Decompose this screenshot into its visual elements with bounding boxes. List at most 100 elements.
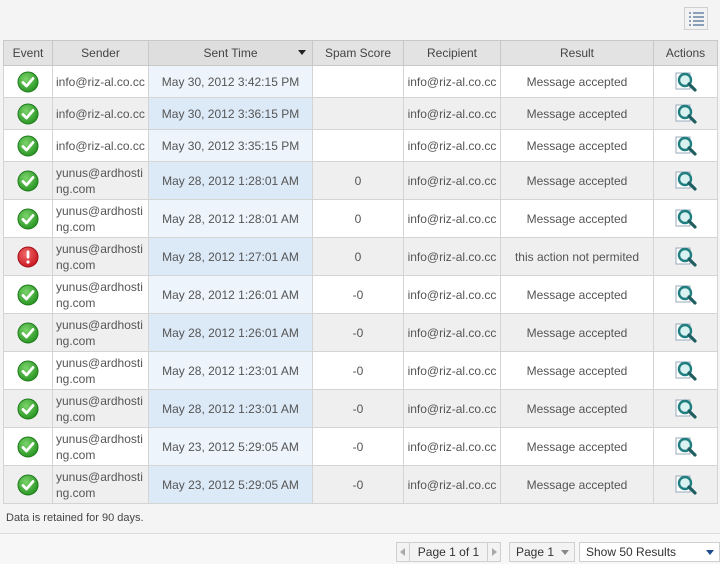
actions-cell: [653, 65, 718, 98]
actions-cell: [653, 313, 718, 352]
event-cell: [3, 427, 53, 466]
sender-cell: info@riz-al.co.cc: [52, 65, 149, 98]
table-row[interactable]: yunus@ardhosting.com May 28, 2012 1:23:01…: [3, 351, 718, 390]
sent-time-cell: May 28, 2012 1:28:01 AM: [148, 161, 313, 200]
sender-cell: yunus@ardhosting.com: [52, 465, 149, 504]
magnifier-icon[interactable]: [674, 71, 698, 93]
result-cell: Message accepted: [500, 161, 654, 200]
magnifier-icon[interactable]: [674, 246, 698, 268]
sender-cell: yunus@ardhosting.com: [52, 351, 149, 390]
sent-time-cell: May 30, 2012 3:36:15 PM: [148, 97, 313, 130]
check-circle-icon: [17, 398, 39, 420]
table-row[interactable]: yunus@ardhosting.com May 28, 2012 1:26:01…: [3, 275, 718, 314]
check-circle-icon: [17, 135, 39, 157]
retention-note: Data is retained for 90 days.: [6, 512, 144, 524]
table-row[interactable]: yunus@ardhosting.com May 23, 2012 5:29:05…: [3, 465, 718, 504]
table-row[interactable]: yunus@ardhosting.com May 23, 2012 5:29:05…: [3, 427, 718, 466]
result-cell: Message accepted: [500, 97, 654, 130]
magnifier-icon[interactable]: [674, 103, 698, 125]
check-circle-icon: [17, 360, 39, 382]
spam-score-cell: -0: [312, 465, 404, 504]
recipient-cell: info@riz-al.co.cc: [403, 389, 501, 428]
actions-cell: [653, 199, 718, 238]
magnifier-icon[interactable]: [674, 474, 698, 496]
event-cell: [3, 313, 53, 352]
event-cell: [3, 65, 53, 98]
recipient-cell: info@riz-al.co.cc: [403, 161, 501, 200]
chevron-right-icon: [492, 548, 497, 556]
sent-time-cell: May 30, 2012 3:35:15 PM: [148, 129, 313, 162]
table-row[interactable]: yunus@ardhosting.com May 28, 2012 1:28:01…: [3, 161, 718, 200]
sent-time-cell: May 28, 2012 1:27:01 AM: [148, 237, 313, 276]
table-row[interactable]: info@riz-al.co.cc May 30, 2012 3:36:15 PM…: [3, 97, 718, 130]
spam-score-cell: [312, 97, 404, 130]
result-cell: Message accepted: [500, 351, 654, 390]
recipient-cell: info@riz-al.co.cc: [403, 97, 501, 130]
magnifier-icon[interactable]: [674, 360, 698, 382]
chevron-down-icon: [561, 550, 569, 555]
sender-cell: yunus@ardhosting.com: [52, 237, 149, 276]
sent-time-cell: May 28, 2012 1:28:01 AM: [148, 199, 313, 238]
column-header-result[interactable]: Result: [500, 40, 654, 66]
column-header-sent-time[interactable]: Sent Time: [148, 40, 313, 66]
table-row[interactable]: info@riz-al.co.cc May 30, 2012 3:42:15 PM…: [3, 65, 718, 98]
spam-score-cell: -0: [312, 351, 404, 390]
table-row[interactable]: yunus@ardhosting.com May 28, 2012 1:28:01…: [3, 199, 718, 238]
check-circle-icon: [17, 103, 39, 125]
spam-score-cell: -0: [312, 275, 404, 314]
check-circle-icon: [17, 436, 39, 458]
magnifier-icon[interactable]: [674, 135, 698, 157]
magnifier-icon[interactable]: [674, 170, 698, 192]
table-row[interactable]: yunus@ardhosting.com May 28, 2012 1:27:01…: [3, 237, 718, 276]
sender-cell: yunus@ardhosting.com: [52, 389, 149, 428]
magnifier-icon[interactable]: [674, 398, 698, 420]
recipient-cell: info@riz-al.co.cc: [403, 313, 501, 352]
column-header-event[interactable]: Event: [3, 40, 53, 66]
magnifier-icon[interactable]: [674, 436, 698, 458]
sort-descending-icon: [298, 50, 306, 55]
magnifier-icon[interactable]: [674, 208, 698, 230]
results-per-page-select[interactable]: Show 50 Results: [579, 542, 720, 562]
actions-cell: [653, 427, 718, 466]
page-select[interactable]: Page 1: [509, 542, 575, 562]
event-cell: [3, 161, 53, 200]
list-view-button[interactable]: [684, 7, 708, 30]
column-header-sender[interactable]: Sender: [52, 40, 149, 66]
table-row[interactable]: yunus@ardhosting.com May 28, 2012 1:23:01…: [3, 389, 718, 428]
chevron-left-icon: [400, 548, 405, 556]
recipient-cell: info@riz-al.co.cc: [403, 237, 501, 276]
spam-score-cell: [312, 129, 404, 162]
sender-cell: yunus@ardhosting.com: [52, 313, 149, 352]
results-per-page-value: Show 50 Results: [586, 545, 677, 559]
previous-page-button[interactable]: [396, 542, 410, 562]
chevron-down-icon: [706, 550, 714, 555]
sent-time-cell: May 30, 2012 3:42:15 PM: [148, 65, 313, 98]
column-header-actions: Actions: [653, 40, 718, 66]
sent-time-cell: May 28, 2012 1:23:01 AM: [148, 389, 313, 428]
magnifier-icon[interactable]: [674, 322, 698, 344]
recipient-cell: info@riz-al.co.cc: [403, 427, 501, 466]
spam-score-cell: 0: [312, 199, 404, 238]
pagination-bar: Page 1 of 1 Page 1 Show 50 Results: [0, 533, 720, 564]
table-row[interactable]: info@riz-al.co.cc May 30, 2012 3:35:15 PM…: [3, 129, 718, 162]
spam-score-cell: 0: [312, 161, 404, 200]
sender-cell: yunus@ardhosting.com: [52, 199, 149, 238]
exclamation-circle-icon: [17, 246, 39, 268]
magnifier-icon[interactable]: [674, 284, 698, 306]
actions-cell: [653, 389, 718, 428]
next-page-button[interactable]: [487, 542, 501, 562]
column-header-spam-score[interactable]: Spam Score: [312, 40, 404, 66]
spam-score-cell: -0: [312, 313, 404, 352]
sent-time-cell: May 28, 2012 1:26:01 AM: [148, 275, 313, 314]
actions-cell: [653, 237, 718, 276]
event-cell: [3, 275, 53, 314]
recipient-cell: info@riz-al.co.cc: [403, 199, 501, 238]
grid-toolbar: [0, 0, 720, 40]
event-cell: [3, 351, 53, 390]
check-circle-icon: [17, 170, 39, 192]
table-row[interactable]: yunus@ardhosting.com May 28, 2012 1:26:01…: [3, 313, 718, 352]
actions-cell: [653, 351, 718, 390]
mail-log-table: Event Sender Sent Time Spam Score Recipi…: [3, 40, 718, 504]
column-header-recipient[interactable]: Recipient: [403, 40, 501, 66]
result-cell: this action not permited: [500, 237, 654, 276]
